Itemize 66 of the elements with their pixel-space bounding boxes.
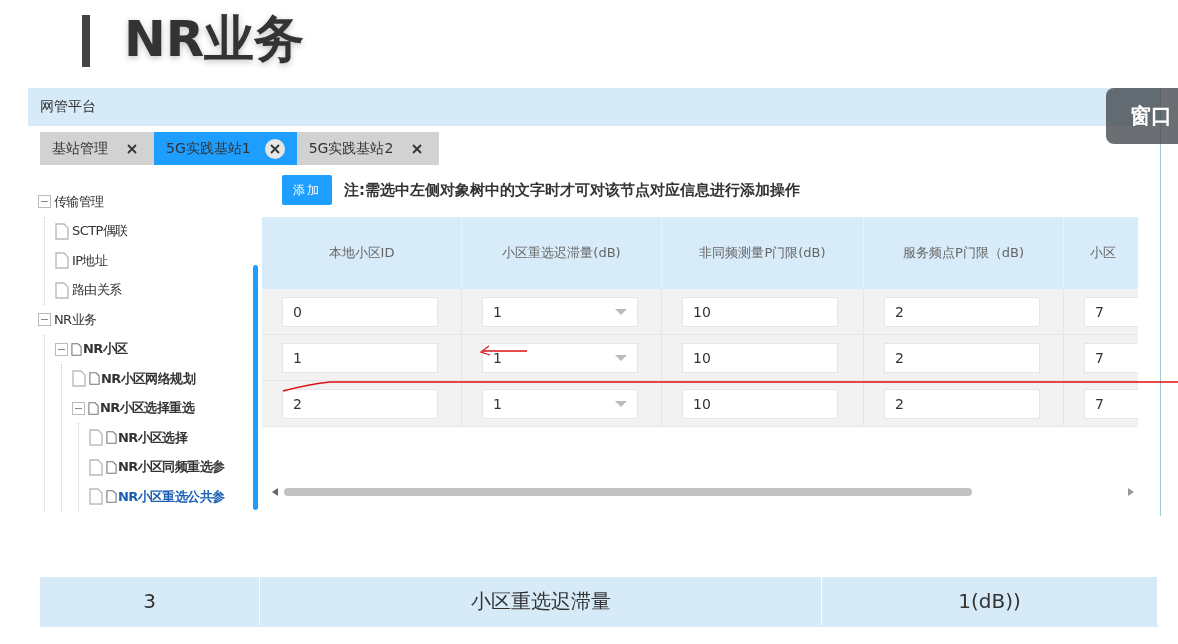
input-field[interactable]: 1 — [282, 342, 438, 373]
caret-icon — [615, 308, 627, 315]
caret-icon — [615, 354, 627, 361]
file-icon — [55, 252, 69, 270]
file-icon — [89, 429, 103, 447]
caret-icon — [615, 400, 627, 407]
tree-item[interactable]: 路由关系 — [72, 281, 122, 300]
input-field[interactable]: 7 — [1084, 388, 1138, 419]
input-field[interactable]: 2 — [282, 388, 438, 419]
column-header: 非同频测量P门限(dB) — [662, 217, 864, 289]
input-field[interactable]: 10 — [682, 342, 838, 373]
tree-item[interactable]: 传输管理 — [54, 192, 104, 211]
tree-item[interactable]: NR小区网络规划 — [89, 369, 196, 388]
table-cell: 小区重选迟滞量 — [260, 577, 822, 625]
file-icon — [88, 401, 99, 415]
title-bar — [82, 15, 90, 67]
tree-item[interactable]: NR业务 — [54, 310, 97, 329]
file-icon — [89, 372, 100, 386]
tab[interactable]: 5G实践基站2 — [296, 132, 440, 165]
tree-item[interactable]: NR小区同频重选参 — [106, 458, 225, 477]
slide-title: NR业务 — [124, 8, 305, 70]
input-field[interactable]: 2 — [884, 296, 1040, 327]
column-header: 服务频点P门限（dB) — [864, 217, 1064, 289]
file-icon — [89, 458, 103, 476]
scrollbar-thumb[interactable] — [284, 488, 972, 496]
file-icon — [55, 281, 69, 299]
tree-item[interactable]: SCTP偶联 — [72, 222, 128, 241]
tree-item[interactable]: IP地址 — [72, 251, 108, 270]
collapse-icon[interactable] — [72, 401, 85, 415]
input-field[interactable]: 7 — [1084, 296, 1138, 327]
scrollbar-thumb[interactable] — [253, 265, 258, 510]
column-header: 小区重选迟滞量(dB) — [462, 217, 662, 289]
file-icon — [106, 490, 117, 504]
tree-item[interactable]: NR小区选择重选 — [88, 399, 195, 418]
column-header: 本地小区ID — [262, 217, 462, 289]
file-icon — [89, 488, 103, 506]
select-field[interactable]: 1 — [482, 342, 638, 373]
input-field[interactable]: 10 — [682, 296, 838, 327]
file-icon — [71, 342, 82, 356]
tree-item[interactable]: NR小区重选公共参 — [106, 487, 225, 506]
input-field[interactable]: 10 — [682, 388, 838, 419]
file-icon — [106, 431, 117, 445]
input-field[interactable]: 2 — [884, 342, 1040, 373]
scroll-left-icon[interactable] — [272, 488, 278, 496]
collapse-icon[interactable] — [38, 313, 51, 327]
tab[interactable]: 5G实践基站1 — [154, 132, 297, 165]
file-icon — [106, 460, 117, 474]
file-icon — [55, 222, 69, 240]
select-field[interactable]: 1 — [482, 388, 638, 419]
file-icon — [72, 370, 86, 388]
table-cell: 3 — [40, 577, 260, 625]
tree-item[interactable]: NR小区选择 — [106, 428, 188, 447]
select-field[interactable]: 1 — [482, 296, 638, 327]
input-field[interactable]: 0 — [282, 296, 438, 327]
note-text: 注:需选中左侧对象树中的文字时才可对该节点对应信息进行添加操作 — [344, 180, 800, 200]
tree-item[interactable]: NR小区 — [71, 340, 128, 359]
window-button[interactable]: 窗口 — [1106, 88, 1178, 144]
collapse-icon[interactable] — [55, 342, 68, 356]
close-icon[interactable] — [264, 138, 285, 159]
tab[interactable]: 基站管理 — [40, 132, 154, 165]
table-cell: 1(dB)) — [822, 577, 1158, 625]
scroll-right-icon[interactable] — [1128, 488, 1134, 496]
collapse-icon[interactable] — [38, 195, 51, 209]
column-header: 小区 — [1064, 217, 1138, 289]
input-field[interactable]: 2 — [884, 388, 1040, 419]
input-field[interactable]: 7 — [1084, 342, 1138, 373]
